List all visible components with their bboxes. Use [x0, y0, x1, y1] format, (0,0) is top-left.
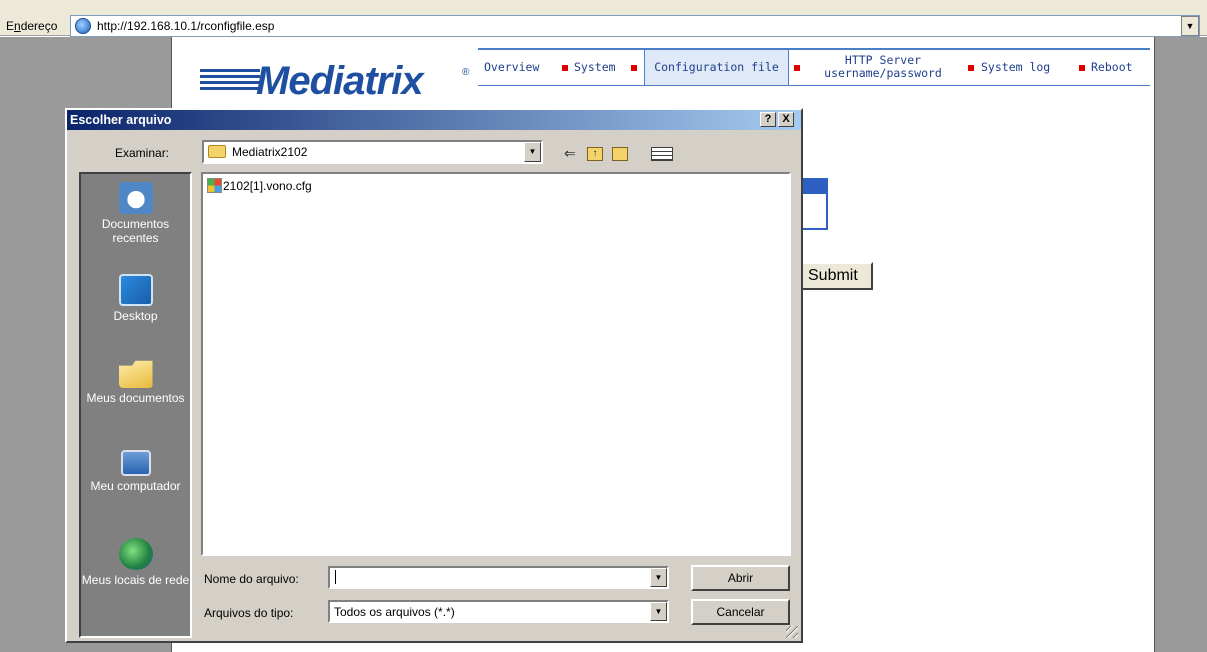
- address-url: http://192.168.10.1/rconfigfile.esp: [97, 19, 275, 33]
- file-name: 2102[1].vono.cfg: [223, 178, 312, 193]
- network-places-icon: [118, 538, 153, 570]
- back-arrow-icon[interactable]: ⇐: [564, 145, 576, 162]
- my-documents-icon: [118, 360, 153, 388]
- config-file-icon: [207, 178, 222, 194]
- nav-system[interactable]: System: [574, 50, 616, 85]
- place-my-computer[interactable]: Meu computador: [81, 450, 190, 493]
- nav-separator-icon: [562, 65, 568, 71]
- place-recent-documents[interactable]: Documentos recentes: [81, 182, 190, 245]
- place-label: Meus documentos: [86, 391, 185, 405]
- nav-separator-icon: [631, 65, 637, 71]
- file-item[interactable]: 2102[1].vono.cfg: [207, 178, 312, 194]
- desktop-icon: [118, 274, 153, 306]
- new-folder-icon[interactable]: [612, 147, 628, 161]
- file-name-label: Nome do arquivo:: [204, 572, 299, 586]
- place-label: Desktop: [113, 309, 158, 323]
- help-button[interactable]: ?: [760, 112, 776, 127]
- nav-reboot[interactable]: Reboot: [1091, 50, 1133, 85]
- place-label: Meu computador: [90, 479, 181, 493]
- nav-separator-icon: [794, 65, 800, 71]
- nav-configuration-file[interactable]: Configuration file: [644, 50, 789, 85]
- view-menu-icon[interactable]: [651, 147, 673, 161]
- file-list[interactable]: 2102[1].vono.cfg: [201, 172, 791, 556]
- file-type-dropdown-button[interactable]: ▼: [650, 602, 667, 621]
- place-desktop[interactable]: Desktop: [81, 274, 190, 323]
- resize-grip-icon[interactable]: [786, 626, 798, 638]
- look-in-value: Mediatrix2102: [232, 145, 308, 159]
- logo-lines-graphic: [200, 69, 260, 97]
- address-dropdown-button[interactable]: ▼: [1181, 16, 1199, 36]
- look-in-dropdown-button[interactable]: ▼: [524, 142, 541, 162]
- logo-text: Mediatrix: [256, 59, 424, 103]
- mediatrix-logo: Mediatrix ®: [200, 55, 470, 105]
- close-button[interactable]: X: [778, 112, 794, 127]
- nav-http-line2: username/password: [824, 66, 942, 80]
- look-in-select[interactable]: Mediatrix2102 ▼: [202, 140, 543, 164]
- file-type-select[interactable]: Todos os arquivos (*.*) ▼: [328, 600, 669, 623]
- ie-page-icon: [75, 18, 91, 34]
- places-bar: Documentos recentes Desktop Meus documen…: [79, 172, 192, 638]
- text-cursor: ​: [335, 570, 336, 584]
- nav-separator-icon: [1079, 65, 1085, 71]
- nav-system-log[interactable]: System log: [981, 50, 1050, 85]
- cancel-button[interactable]: Cancelar: [691, 599, 790, 625]
- open-button[interactable]: Abrir: [691, 565, 790, 591]
- page-right-margin: [1154, 37, 1207, 652]
- address-input[interactable]: http://192.168.10.1/rconfigfile.esp ▼: [70, 15, 1200, 37]
- address-label: Endereço: [6, 19, 58, 33]
- address-bar: Endereço http://192.168.10.1/rconfigfile…: [0, 0, 1207, 37]
- nav-http-server[interactable]: HTTP Server username/password: [806, 50, 960, 85]
- logo-registered-mark: ®: [462, 67, 470, 78]
- place-my-documents[interactable]: Meus documentos: [81, 356, 190, 405]
- place-label: Meus locais de rede: [81, 573, 190, 587]
- place-network[interactable]: Meus locais de rede: [81, 538, 190, 587]
- file-type-label: Arquivos do tipo:: [204, 606, 294, 620]
- nav-separator-icon: [968, 65, 974, 71]
- dialog-title-bar[interactable]: Escolher arquivo ? X: [67, 110, 801, 130]
- folder-icon: [208, 145, 226, 158]
- nav-overview[interactable]: Overview: [484, 50, 539, 85]
- file-name-input[interactable]: ​ ▼: [328, 566, 669, 589]
- place-label: Documentos recentes: [101, 217, 170, 245]
- file-name-dropdown-button[interactable]: ▼: [650, 568, 667, 587]
- file-type-value: Todos os arquivos (*.*): [334, 605, 455, 619]
- look-in-label: Examinar:: [115, 146, 170, 160]
- top-navigation: Overview System Configuration file HTTP …: [478, 48, 1150, 86]
- dialog-title: Escolher arquivo: [70, 113, 172, 127]
- recent-documents-icon: [118, 182, 153, 214]
- up-folder-icon[interactable]: ↑: [587, 147, 603, 161]
- my-computer-icon: [120, 450, 151, 476]
- submit-button[interactable]: Submit: [799, 262, 873, 290]
- nav-http-line1: HTTP Server: [844, 53, 922, 67]
- file-chooser-dialog: Escolher arquivo ? X Examinar: Mediatrix…: [65, 108, 803, 643]
